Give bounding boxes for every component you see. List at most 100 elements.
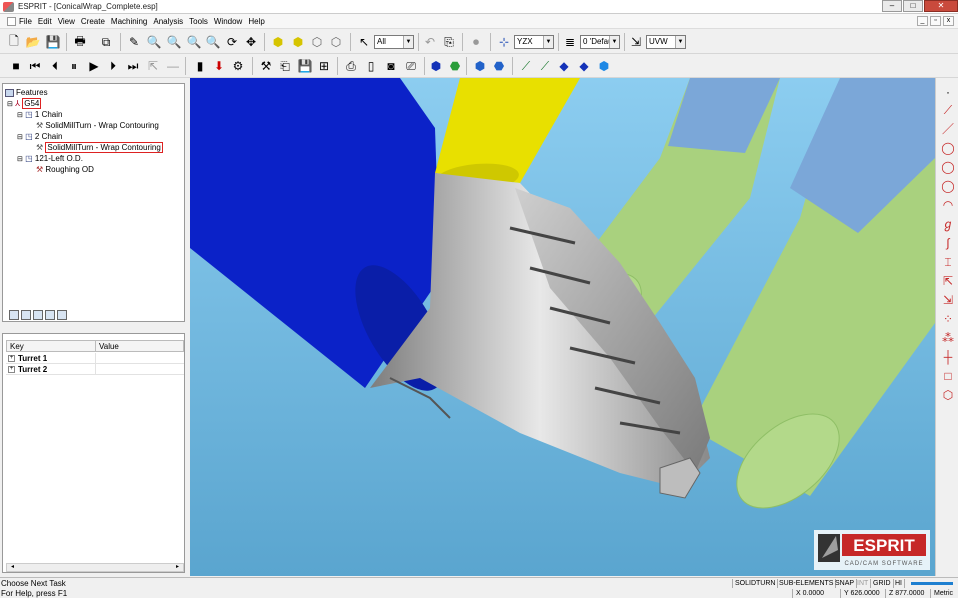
shaded-solid-icon[interactable]: ⬢ — [270, 34, 286, 50]
settings-tab-icon[interactable] — [57, 310, 67, 320]
tree-item-g54[interactable]: ⊟ ⅄ G54 — [7, 98, 42, 109]
tool-icon[interactable]: ▮ — [192, 58, 208, 74]
zoom-fit-icon[interactable]: 🔍 — [205, 34, 221, 50]
down-arrow-icon[interactable]: ⬇ — [211, 58, 227, 74]
maximize-button[interactable]: □ — [903, 0, 923, 12]
graphics-viewport[interactable]: ESPRIT CAD/CAM SOFTWARE — [190, 78, 935, 576]
menu-edit[interactable]: Edit — [35, 17, 55, 26]
expand-minus-icon[interactable]: ⊟ — [17, 156, 23, 163]
minimize-button[interactable]: – — [882, 0, 902, 12]
skip-end-icon[interactable]: ⏭ — [125, 58, 141, 74]
extend-icon[interactable]: ⇱ — [940, 273, 956, 289]
document-icon[interactable]: ▯ — [363, 58, 379, 74]
arc-icon[interactable]: ◠ — [940, 197, 956, 213]
step-forward-icon[interactable]: ⏵ — [105, 58, 121, 74]
layers-icon[interactable]: ≣ — [562, 34, 578, 50]
machine-setup-icon[interactable]: ⚙ — [230, 58, 246, 74]
point-icon[interactable]: · — [940, 84, 956, 100]
simulation-stock-icon[interactable]: ⬣ — [491, 58, 507, 74]
circle-tangent-icon[interactable]: ◯ — [940, 178, 956, 194]
redraw-icon[interactable]: ✎ — [126, 34, 142, 50]
scroll-left-icon[interactable]: ◂ — [8, 564, 17, 571]
operation-icon[interactable]: ⎗ — [277, 58, 293, 74]
stock-icon[interactable]: ⊞ — [316, 58, 332, 74]
pan-icon[interactable]: ✥ — [243, 34, 259, 50]
print-icon[interactable]: 🖶 — [72, 34, 88, 50]
mode-grid[interactable]: GRID — [871, 579, 894, 588]
tree-item-left-od[interactable]: ⊟ ◳ 121-Left O.D. — [17, 153, 83, 164]
close-button[interactable]: ✕ — [924, 0, 958, 12]
mode-solidturn[interactable]: SOLIDTURN — [732, 579, 779, 588]
doc-restore-button[interactable]: ▫ — [930, 16, 941, 26]
step-back-icon[interactable]: ⏴ — [47, 58, 63, 74]
wireframe-icon[interactable]: ⬡ — [309, 34, 325, 50]
drill-tool-icon[interactable]: ⟋ — [518, 58, 534, 74]
expand-minus-icon[interactable]: ⊟ — [17, 112, 23, 119]
trim-icon[interactable]: ⌶ — [940, 254, 956, 270]
expand-minus-icon[interactable]: ⊟ — [7, 101, 13, 108]
plane-combo[interactable]: YZX ▼ — [514, 35, 554, 49]
solid-icon[interactable]: ⬢ — [428, 58, 444, 74]
expand-plus-icon[interactable]: + — [8, 366, 15, 374]
play-icon[interactable]: ▶ — [86, 58, 102, 74]
menu-tools[interactable]: Tools — [186, 17, 211, 26]
tree-item-wrap-contouring-1[interactable]: ⚒ SolidMillTurn - Wrap Contouring — [36, 120, 159, 131]
end-mill-icon[interactable]: ⟋ — [537, 58, 553, 74]
tools-tab-icon[interactable] — [45, 310, 55, 320]
zoom-out-icon[interactable]: 🔍 — [186, 34, 202, 50]
pattern-icon[interactable]: ⁘ — [940, 311, 956, 327]
holder-icon[interactable]: ⬢ — [596, 58, 612, 74]
expand-plus-icon[interactable]: + — [8, 355, 15, 363]
menu-view[interactable]: View — [55, 17, 78, 26]
open-folder-icon[interactable]: 📂 — [25, 34, 41, 50]
menu-create[interactable]: Create — [78, 17, 108, 26]
face-mill-icon[interactable]: ◆ — [556, 58, 572, 74]
skip-start-icon[interactable]: ⏮ — [27, 58, 43, 74]
circle-point-icon[interactable]: ◯ — [940, 140, 956, 156]
mode-int[interactable]: INT — [855, 579, 872, 588]
select-arrow-icon[interactable]: ↖ — [356, 34, 372, 50]
pause-icon[interactable]: ⏸ — [66, 58, 82, 74]
menu-analysis[interactable]: Analysis — [150, 17, 186, 26]
workplane-combo[interactable]: UVW ▼ — [646, 35, 686, 49]
hidden-line-icon[interactable]: ⬡ — [328, 34, 344, 50]
document-icon[interactable] — [7, 16, 16, 26]
select-filter-combo[interactable]: All ▼ — [374, 35, 414, 49]
stop-icon[interactable]: ⏺ — [468, 34, 484, 50]
line-angle-icon[interactable]: ／ — [940, 121, 956, 137]
loop-icon[interactable]: ⇱ — [145, 58, 161, 74]
tree-item-roughing-od[interactable]: ⚒ Roughing OD — [36, 164, 94, 175]
menu-file[interactable]: File — [16, 17, 35, 26]
circle-icon[interactable]: ◯ — [940, 159, 956, 175]
stop-icon[interactable]: ■ — [8, 58, 24, 74]
fillet-icon[interactable]: ∫ — [940, 235, 956, 251]
rotate-icon[interactable]: ⟳ — [224, 34, 240, 50]
spline-icon[interactable]: ℊ — [940, 216, 956, 232]
camera-icon[interactable]: ◙ — [383, 58, 399, 74]
save-simulation-icon[interactable]: 💾 — [297, 58, 313, 74]
menu-help[interactable]: Help — [245, 17, 267, 26]
column-key[interactable]: Key — [7, 341, 96, 352]
new-file-icon[interactable]: 🗋 — [6, 34, 22, 50]
intersect-icon[interactable]: ┼ — [940, 349, 956, 365]
layer-combo[interactable]: 0 'Default' ▼ — [580, 35, 620, 49]
mode-sub-elements[interactable]: SUB-ELEMENTS — [777, 579, 837, 588]
tree-item-wrap-contouring-2[interactable]: ⚒ SolidMillTurn - Wrap Contouring — [36, 142, 163, 153]
turning-tool-icon[interactable]: ◆ — [576, 58, 592, 74]
menu-machining[interactable]: Machining — [108, 17, 150, 26]
chain-tool-icon[interactable]: ⇲ — [940, 292, 956, 308]
shaded-edges-icon[interactable]: ⬢ — [290, 34, 306, 50]
tool-path-icon[interactable]: ⚒ — [258, 58, 274, 74]
feature-icon[interactable]: ⬣ — [447, 58, 463, 74]
layer-manager-icon[interactable]: ⎘ — [441, 34, 457, 50]
expand-minus-icon[interactable]: ⊟ — [17, 134, 23, 141]
property-row-turret-1[interactable]: + Turret 1 — [6, 353, 184, 364]
column-value[interactable]: Value — [96, 341, 183, 352]
property-row-turret-2[interactable]: + Turret 2 — [6, 364, 184, 375]
horizontal-scrollbar[interactable]: ◂ ▸ — [6, 563, 184, 572]
tree-item-2-chain[interactable]: ⊟ ◳ 2 Chain — [17, 131, 62, 142]
save-icon[interactable]: 💾 — [45, 34, 61, 50]
cube-icon[interactable]: ⬢ — [472, 58, 488, 74]
mode-hi[interactable]: HI — [893, 579, 905, 588]
menu-window[interactable]: Window — [211, 17, 245, 26]
